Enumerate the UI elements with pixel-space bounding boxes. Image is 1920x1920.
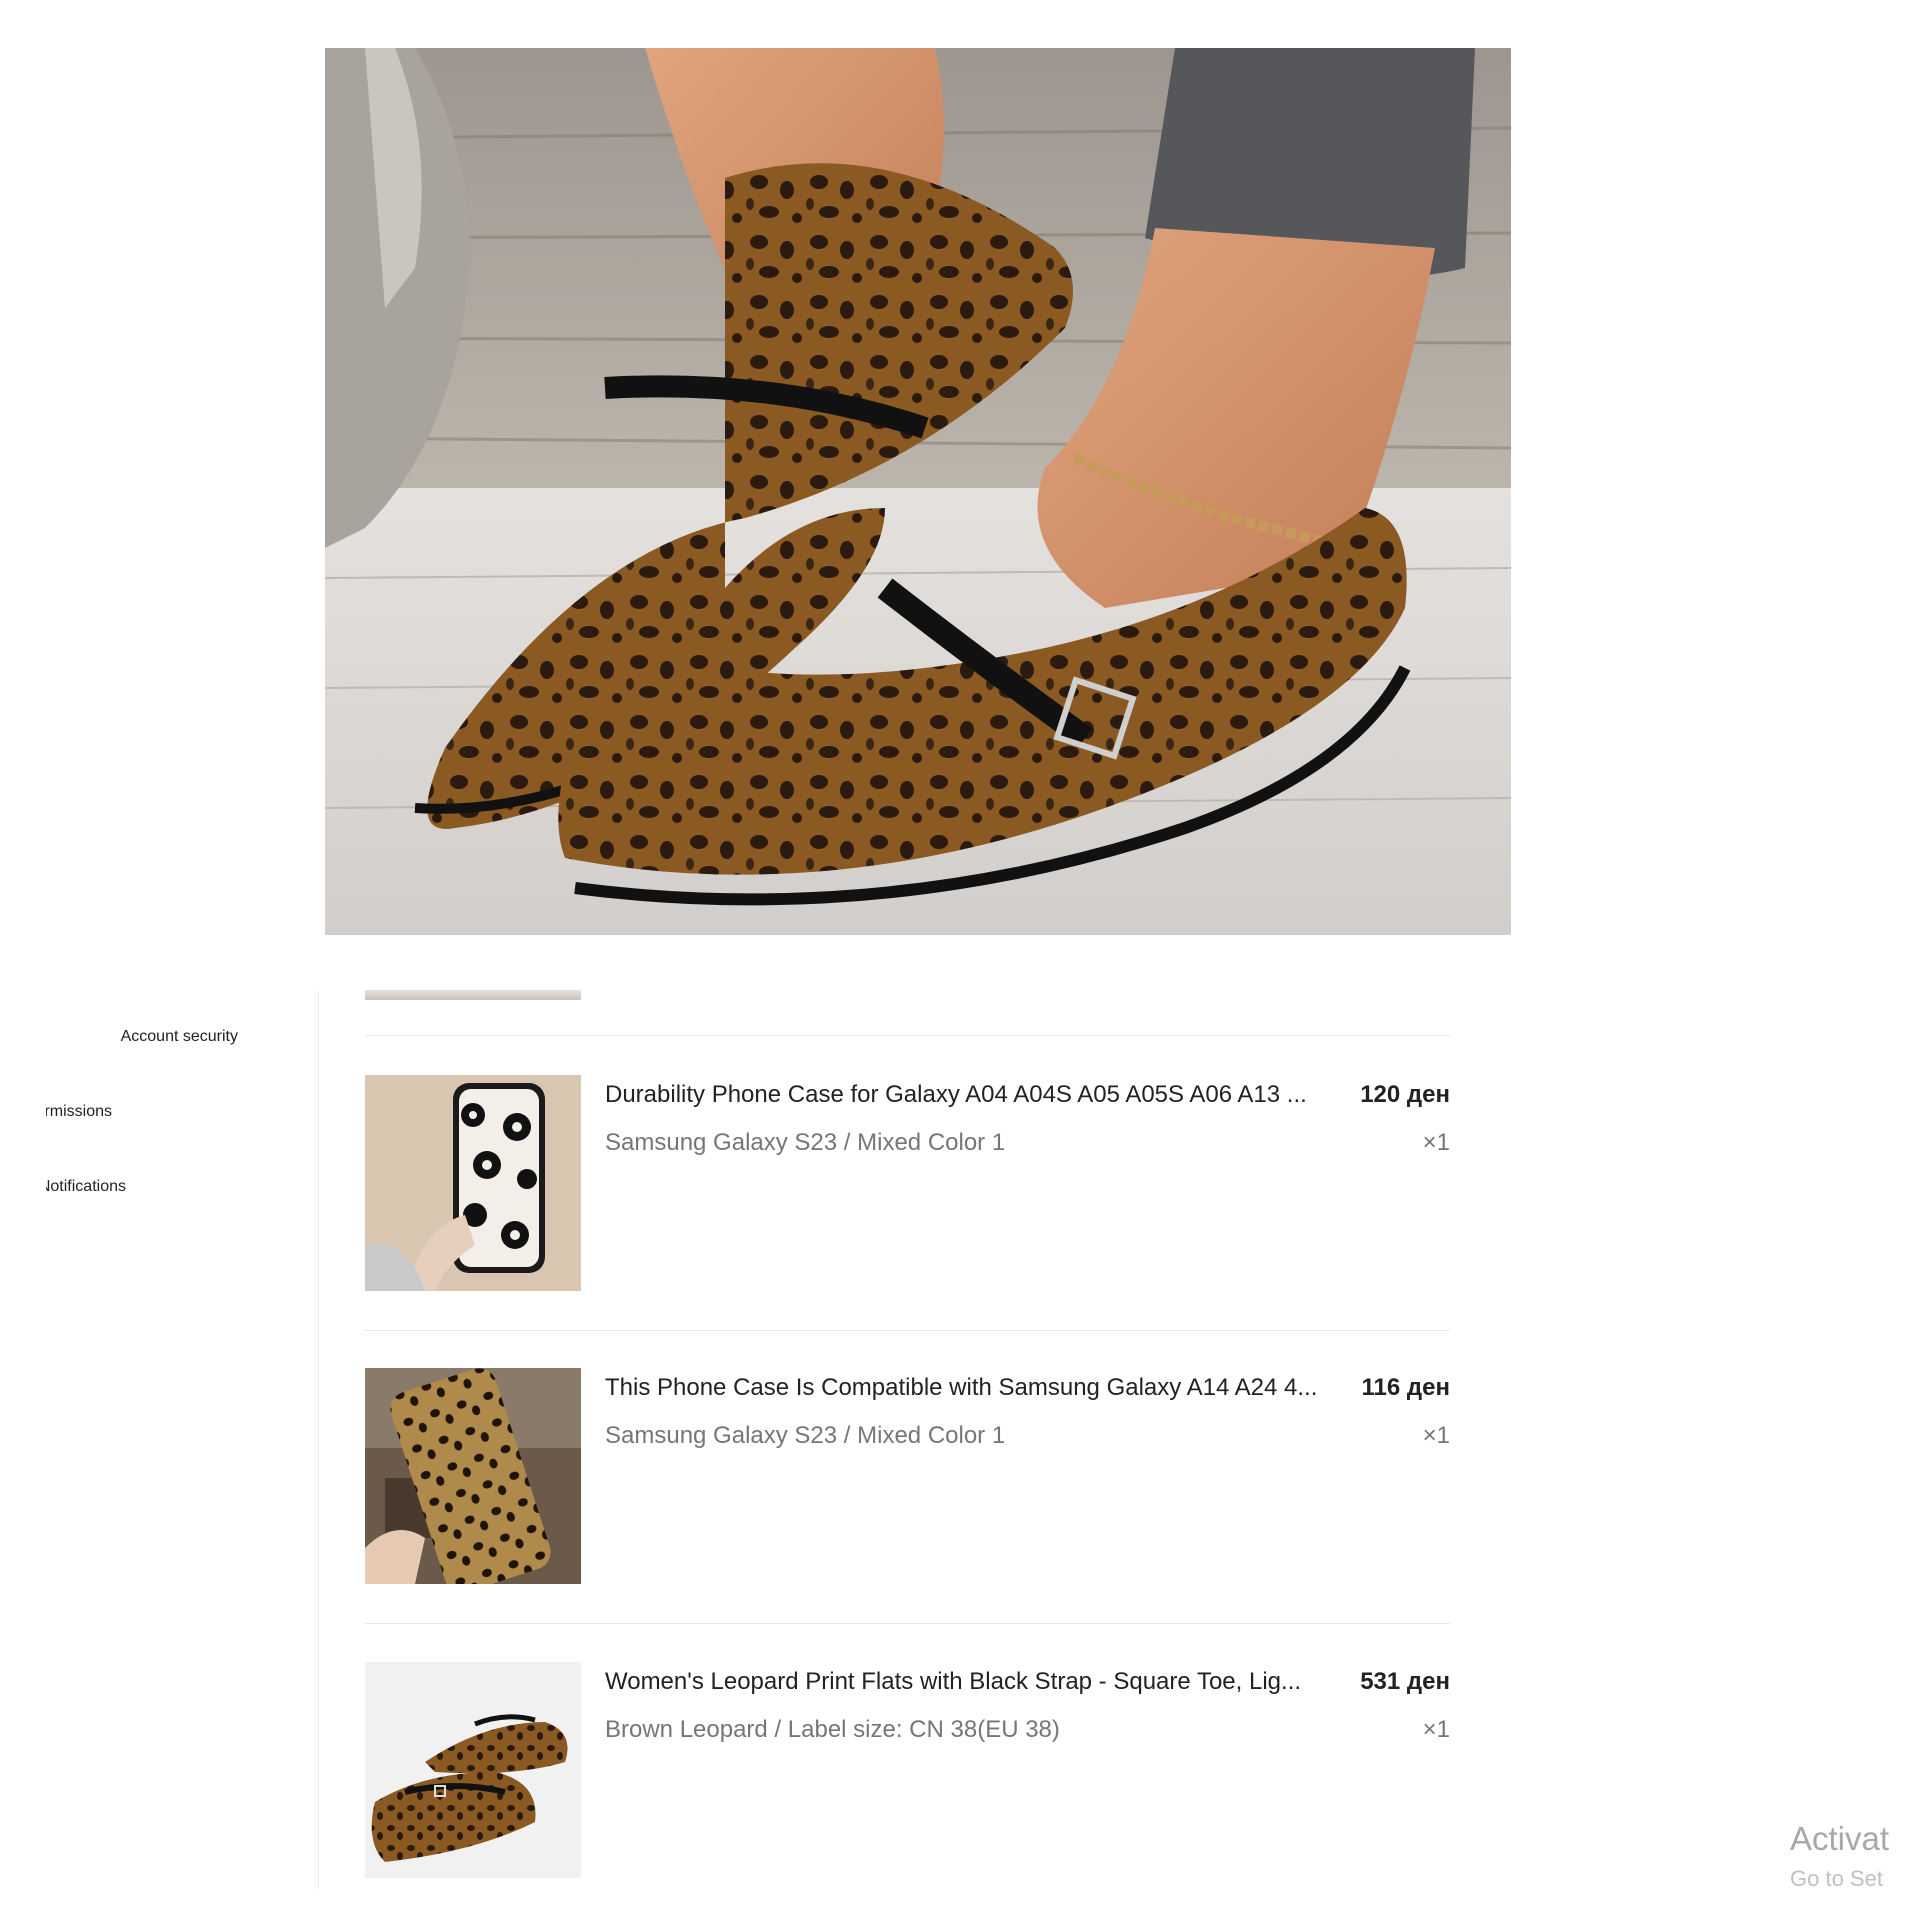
phone-case-leopard-image (365, 1368, 581, 1584)
item-divider (365, 1035, 1450, 1036)
item-divider (365, 1623, 1450, 1624)
item-variant: Brown Leopard / Label size: CN 38(EU 38) (605, 1716, 1060, 1743)
item-quantity: ×1 (1422, 1422, 1450, 1449)
item-thumbnail[interactable] (365, 1662, 581, 1878)
item-price: 116 ден (1361, 1374, 1450, 1401)
item-quantity: ×1 (1422, 1716, 1450, 1743)
order-item: This Phone Case Is Compatible with Samsu… (365, 1368, 1450, 1584)
order-item: Women's Leopard Print Flats with Black S… (365, 1662, 1450, 1878)
sidebar-item-label: Notifications (46, 1178, 126, 1195)
watermark-subtitle: Go to Set (1790, 1866, 1883, 1891)
windows-activation-watermark: Activat Go to Set (1790, 1820, 1920, 1920)
order-items-list: Durability Phone Case for Galaxy A04 A04… (365, 990, 1450, 1890)
item-divider (365, 1330, 1450, 1331)
order-item: Durability Phone Case for Galaxy A04 A04… (365, 1075, 1450, 1291)
watermark-title: Activat (1790, 1820, 1890, 1857)
item-title-link[interactable]: This Phone Case Is Compatible with Samsu… (605, 1374, 1345, 1402)
sidebar-item-notifications[interactable]: Notifications (46, 1178, 306, 1218)
sidebar-item-label: Account security (120, 1028, 238, 1045)
item-price: 120 ден (1360, 1081, 1450, 1108)
item-title-link[interactable]: Women's Leopard Print Flats with Black S… (605, 1668, 1345, 1696)
leopard-flats-thumbnail-image (365, 1662, 581, 1878)
sidebar-item-security[interactable]: Account security (46, 1028, 306, 1068)
item-title-link[interactable]: Durability Phone Case for Galaxy A04 A04… (605, 1081, 1345, 1109)
item-quantity: ×1 (1422, 1129, 1450, 1156)
item-variant: Samsung Galaxy S23 / Mixed Color 1 (605, 1129, 1006, 1156)
sidebar-item-label: Permissions (46, 1103, 112, 1120)
item-thumbnail[interactable] (365, 1368, 581, 1584)
product-hero-image[interactable] (325, 48, 1511, 935)
item-price: 531 ден (1360, 1668, 1450, 1695)
item-variant: Samsung Galaxy S23 / Mixed Color 1 (605, 1422, 1006, 1449)
previous-item-thumbnail-edge (365, 990, 581, 1000)
page-root: Account security Permissions Notificatio… (0, 0, 1920, 1920)
account-sidebar: Account security Permissions Notificatio… (0, 990, 319, 1890)
phone-case-floral-image (365, 1075, 581, 1291)
leopard-flats-photo (325, 48, 1511, 935)
sidebar-item-permissions[interactable]: Permissions (46, 1103, 306, 1143)
item-thumbnail[interactable] (365, 1075, 581, 1291)
